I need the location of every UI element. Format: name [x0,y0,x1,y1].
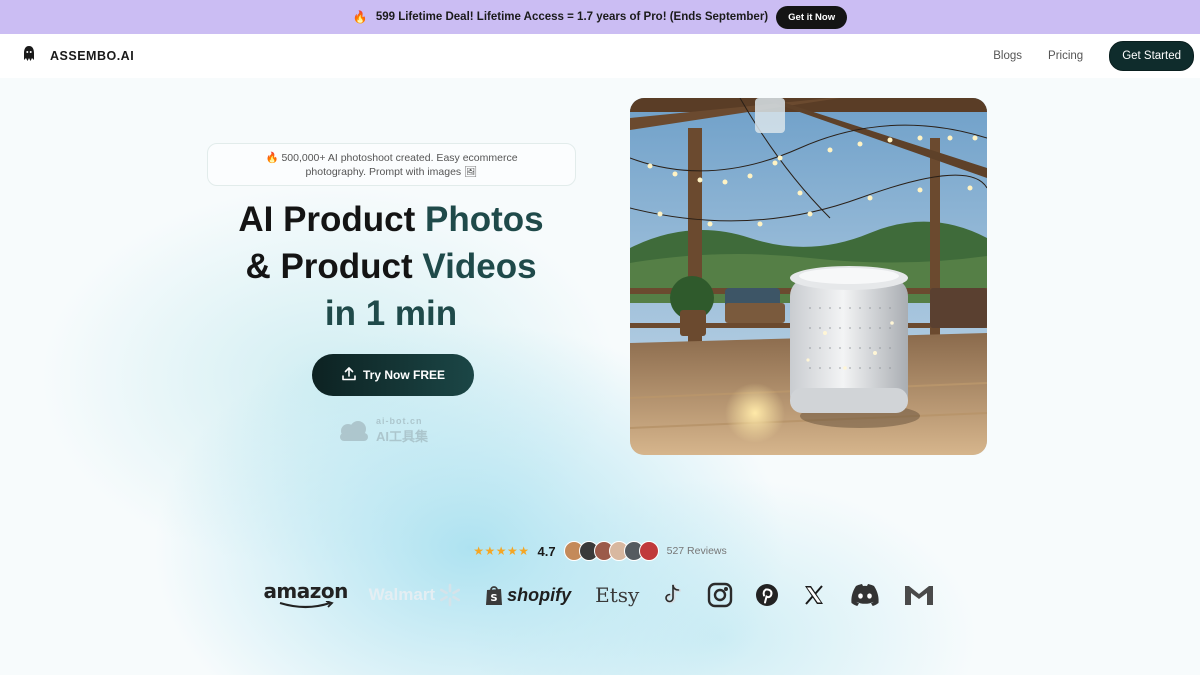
reviewer-avatars [563,541,659,561]
shopify-logo: S shopify [484,584,571,606]
rating-stars: ★★★★★ [473,544,530,558]
hero-headline: AI Product Photos & Product Videos in 1 … [190,196,592,337]
gmail-icon [903,583,935,607]
product-photo-image [630,98,987,455]
shopping-bag-icon: S [486,586,503,605]
reviews-row: ★★★★★ 4.7 527 Reviews [0,541,1200,561]
x-icon [803,584,825,606]
platform-logos: amazon Walmart S shopify Etsy [0,578,1200,612]
rating-value: 4.7 [537,543,556,559]
upload-icon [341,366,357,385]
watermark: ai-bot.cn AI工具集 [336,416,428,445]
brand-name: ASSEMBO.AI [50,49,135,63]
tiktok-icon [661,583,685,607]
brand-logo-link[interactable]: ASSEMBO.AI [22,45,134,68]
promo-banner: 🔥 599 Lifetime Deal! Lifetime Access = 1… [0,0,1200,34]
pinterest-icon [755,583,779,607]
ghost-logo-icon [22,45,36,68]
walmart-logo: Walmart [369,583,462,607]
watermark-logo-icon [340,420,368,441]
headline-line-2: & Product Videos [245,247,537,286]
fire-icon: 🔥 [265,151,279,164]
hero-section: 🔥 500,000+ AI photoshoot created. Easy e… [0,78,1200,675]
svg-text:S: S [491,593,498,604]
amazon-logo: amazon [263,581,348,609]
headline-line-3: in 1 min [324,294,458,333]
try-now-free-button[interactable]: Try Now FREE [312,354,474,396]
nav-links: Blogs Pricing Get Started [993,41,1194,71]
headline-line-1: AI Product Photos [238,200,544,239]
watermark-url: ai-bot.cn [376,416,423,426]
nav-link-pricing[interactable]: Pricing [1048,50,1083,62]
etsy-logo: Etsy [595,583,640,607]
instagram-icon [707,582,733,608]
product-photo [630,98,987,455]
spark-icon [440,583,461,607]
review-count: 527 Reviews [666,545,727,557]
try-now-label: Try Now FREE [362,368,445,382]
top-nav: ASSEMBO.AI Blogs Pricing Get Started [0,34,1200,78]
get-started-button[interactable]: Get Started [1109,41,1194,71]
promo-text: 599 Lifetime Deal! Lifetime Access = 1.7… [375,11,769,23]
nav-link-blogs[interactable]: Blogs [993,50,1022,62]
discord-icon [849,583,881,607]
image-icon: 🖼 [464,165,478,178]
stats-pill: 🔥 500,000+ AI photoshoot created. Easy e… [207,143,576,186]
watermark-title: AI工具集 [376,429,429,444]
avatar [638,541,659,561]
stats-pill-text: 500,000+ AI photoshoot created. Easy eco… [281,151,518,178]
fire-icon: 🔥 [352,10,368,24]
get-it-now-button[interactable]: Get it Now [776,5,848,29]
